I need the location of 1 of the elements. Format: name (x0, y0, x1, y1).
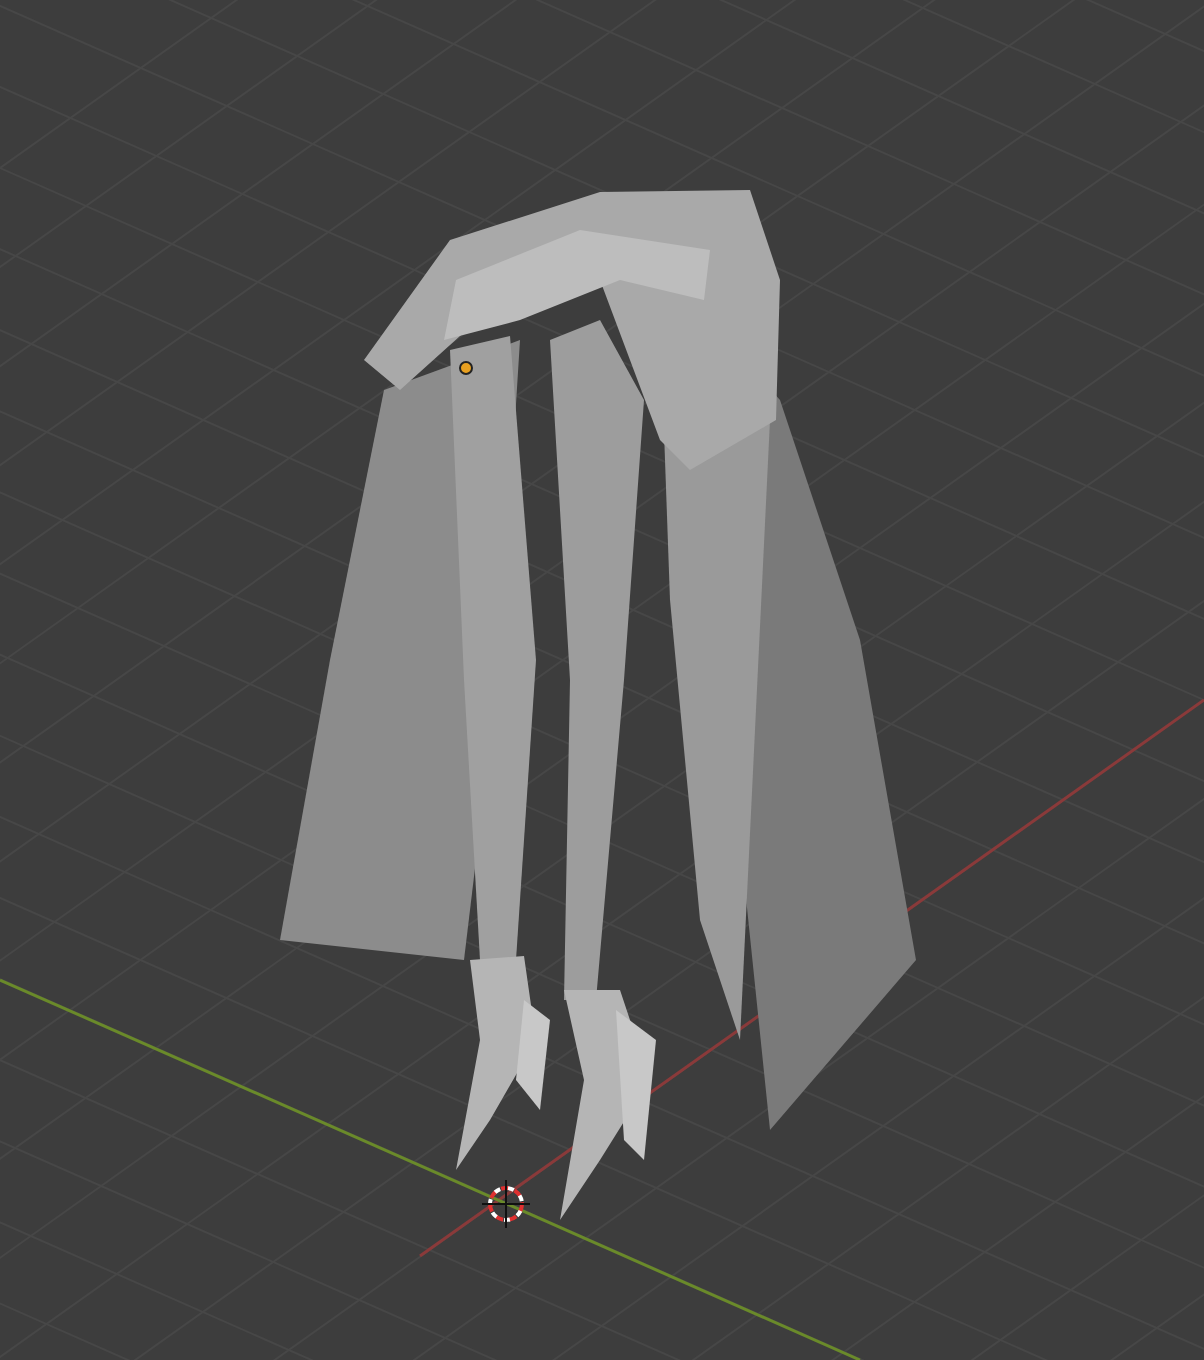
origin-point-icon (459, 361, 473, 375)
